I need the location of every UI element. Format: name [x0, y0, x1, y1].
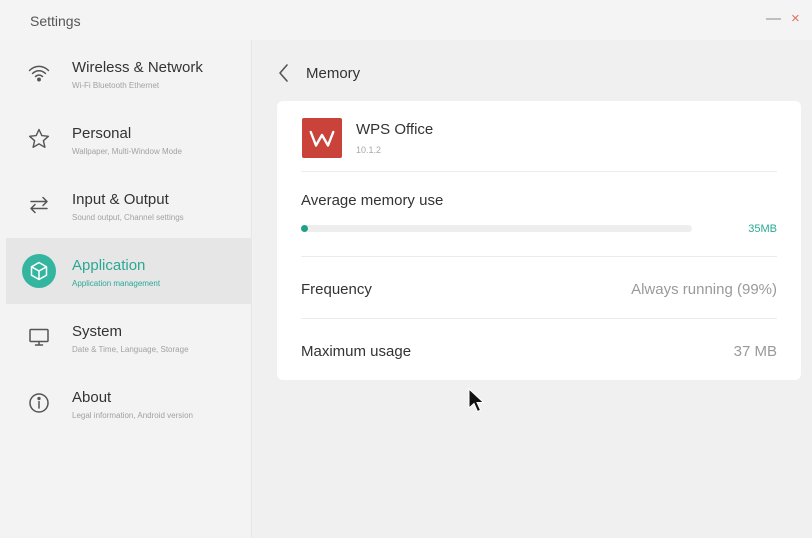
sidebar-item-subtitle: Sound output, Channel settings [72, 213, 184, 222]
sidebar-item-label: Personal [72, 125, 132, 142]
sidebar-item-personal[interactable]: Personal Wallpaper, Multi-Window Mode [6, 106, 252, 172]
close-button[interactable]: × [791, 11, 800, 27]
wps-office-logo [302, 118, 342, 158]
sidebar-item-label: Application [72, 257, 146, 274]
maximum-usage-label: Maximum usage [301, 343, 412, 360]
sidebar-item-application[interactable]: Application Application management [6, 238, 252, 304]
sidebar-item-system[interactable]: System Date & Time, Language, Storage [6, 304, 252, 370]
wifi-icon [22, 56, 56, 90]
divider [301, 171, 777, 172]
sidebar: Wireless & Network Wi-Fi Bluetooth Ether… [0, 40, 252, 538]
sidebar-item-about[interactable]: About Legal information, Android version [6, 370, 252, 436]
average-memory-label: Average memory use [301, 192, 444, 209]
average-memory-value: 35MB [748, 223, 777, 235]
sidebar-item-input-output[interactable]: Input & Output Sound output, Channel set… [6, 172, 252, 238]
wps-logo-icon [309, 130, 335, 147]
info-icon [22, 386, 56, 420]
title-bar: Settings — × [0, 0, 812, 40]
frequency-value: Always running (99%) [631, 281, 777, 298]
average-memory-bar [301, 225, 692, 232]
monitor-icon [22, 320, 56, 354]
sidebar-item-label: System [72, 323, 123, 340]
sidebar-item-subtitle: Wallpaper, Multi-Window Mode [72, 147, 182, 156]
sidebar-item-label: About [72, 389, 112, 406]
mouse-cursor-icon [468, 388, 485, 413]
sidebar-item-subtitle: Date & Time, Language, Storage [72, 345, 189, 354]
sidebar-item-subtitle: Legal information, Android version [72, 411, 193, 420]
divider [301, 318, 777, 319]
maximum-usage-value: 37 MB [733, 343, 777, 360]
star-icon [22, 122, 56, 156]
sidebar-item-subtitle: Wi-Fi Bluetooth Ethernet [72, 81, 160, 90]
sidebar-item-label: Wireless & Network [72, 59, 203, 76]
window-title: Settings [30, 13, 81, 29]
app-version: 10.1.2 [356, 145, 382, 155]
app-name: WPS Office [356, 121, 434, 138]
sidebar-item-subtitle: Application management [72, 279, 161, 288]
memory-card: WPS Office 10.1.2 Average memory use 35M… [277, 101, 801, 380]
minimize-button[interactable]: — [766, 11, 781, 27]
back-button[interactable] [275, 62, 293, 84]
main-content: Memory WPS Office 10.1.2 Average memory … [253, 40, 812, 538]
divider [301, 256, 777, 257]
sidebar-item-wireless-network[interactable]: Wireless & Network Wi-Fi Bluetooth Ether… [6, 40, 252, 106]
average-memory-bar-fill [301, 225, 308, 232]
swap-arrows-icon [22, 188, 56, 222]
frequency-label: Frequency [301, 281, 372, 298]
cube-icon [22, 254, 56, 288]
page-title: Memory [306, 65, 361, 82]
chevron-left-icon [279, 64, 288, 82]
sidebar-item-label: Input & Output [72, 191, 169, 208]
